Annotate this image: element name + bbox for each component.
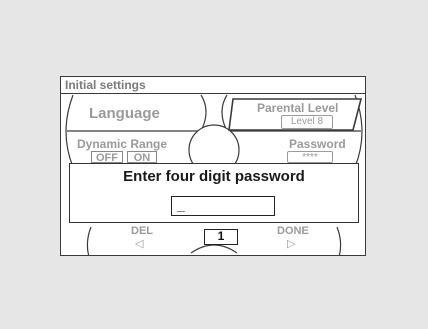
menu-item-dynamic-range[interactable]: Dynamic Range	[77, 137, 167, 151]
menu-item-language[interactable]: Language	[89, 105, 160, 122]
title-bar: Initial settings	[61, 77, 365, 94]
right-triangle-icon[interactable]: ▷	[287, 237, 295, 250]
done-button[interactable]: DONE	[277, 225, 309, 237]
left-triangle-icon[interactable]: ◁	[135, 237, 143, 250]
screen-title: Initial settings	[65, 78, 146, 92]
password-dialog: Enter four digit password _	[69, 163, 359, 223]
digit-selector[interactable]: 1	[204, 229, 238, 245]
del-button[interactable]: DEL	[131, 225, 153, 237]
password-value: ****	[287, 151, 333, 163]
menu-item-password[interactable]: Password	[289, 137, 346, 151]
settings-screen: Initial settings Language Parental Level…	[60, 76, 366, 256]
parental-level-value: Level 8	[281, 115, 333, 129]
dynamic-range-off-button[interactable]: OFF	[91, 151, 123, 164]
password-input[interactable]: _	[171, 196, 275, 216]
dynamic-range-on-button[interactable]: ON	[127, 151, 157, 164]
dialog-prompt: Enter four digit password	[123, 168, 305, 185]
menu-item-parental-level[interactable]: Parental Level	[257, 101, 338, 115]
